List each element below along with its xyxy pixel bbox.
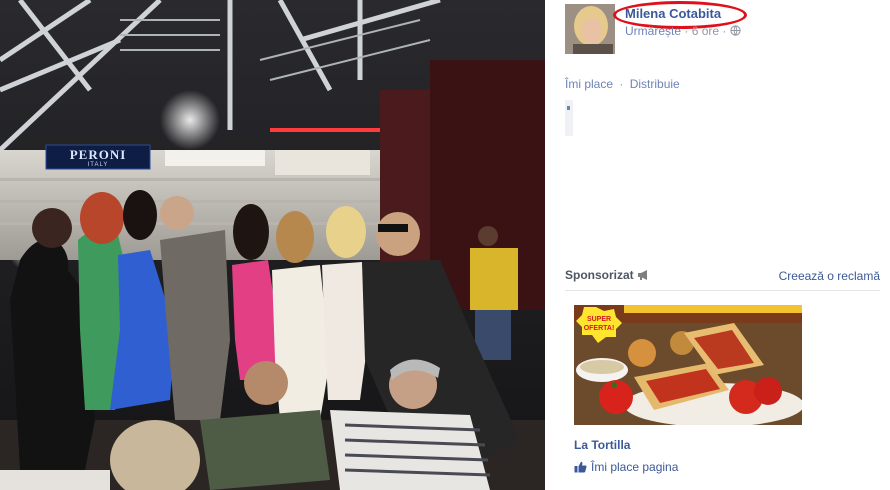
comment-box-stub[interactable] xyxy=(565,100,573,136)
meta-separator: · xyxy=(684,24,692,38)
like-link[interactable]: Îmi place xyxy=(565,77,613,91)
sponsored-label: Sponsorizat xyxy=(565,268,634,282)
megaphone-icon[interactable] xyxy=(637,269,651,281)
ad-food-photo: SUPER OFERTA! xyxy=(574,305,802,425)
post-time[interactable]: 6 ore xyxy=(692,24,719,38)
author-avatar[interactable] xyxy=(565,4,615,54)
globe-icon[interactable] xyxy=(730,25,741,36)
share-link[interactable]: Distribuie xyxy=(630,77,680,91)
meta-separator-2: · xyxy=(722,24,730,38)
thumbs-up-icon xyxy=(574,461,587,473)
ad-image[interactable]: SUPER OFERTA! xyxy=(574,305,802,425)
photo-viewer[interactable]: PERONI ITALY xyxy=(0,0,545,490)
post-meta: Urmărește · 6 ore · xyxy=(625,24,741,38)
sponsored-header: Sponsorizat Creează o reclamă xyxy=(565,268,880,291)
peroni-sign-sub: ITALY xyxy=(88,162,109,168)
follow-link[interactable]: Urmărește xyxy=(625,24,681,38)
create-ad-link[interactable]: Creează o reclamă xyxy=(779,269,880,283)
ad-like-page-button[interactable]: Îmi place pagina xyxy=(574,460,678,474)
ad-title-link[interactable]: La Tortilla xyxy=(574,438,630,452)
ad-like-label: Îmi place pagina xyxy=(591,460,679,474)
ad-badge-line1: SUPER xyxy=(587,316,611,323)
author-name-link[interactable]: Milena Cotabita xyxy=(625,6,721,21)
ad-badge-line2: OFERTA! xyxy=(584,325,615,332)
actions-separator: · xyxy=(619,77,624,91)
club-photo: PERONI ITALY xyxy=(0,0,545,490)
post-side-panel: Milena Cotabita Urmărește · 6 ore · Îmi … xyxy=(545,0,890,490)
post-actions: Îmi place · Distribuie xyxy=(565,77,680,91)
avatar-image xyxy=(565,4,615,54)
peroni-sign: PERONI xyxy=(70,147,127,162)
